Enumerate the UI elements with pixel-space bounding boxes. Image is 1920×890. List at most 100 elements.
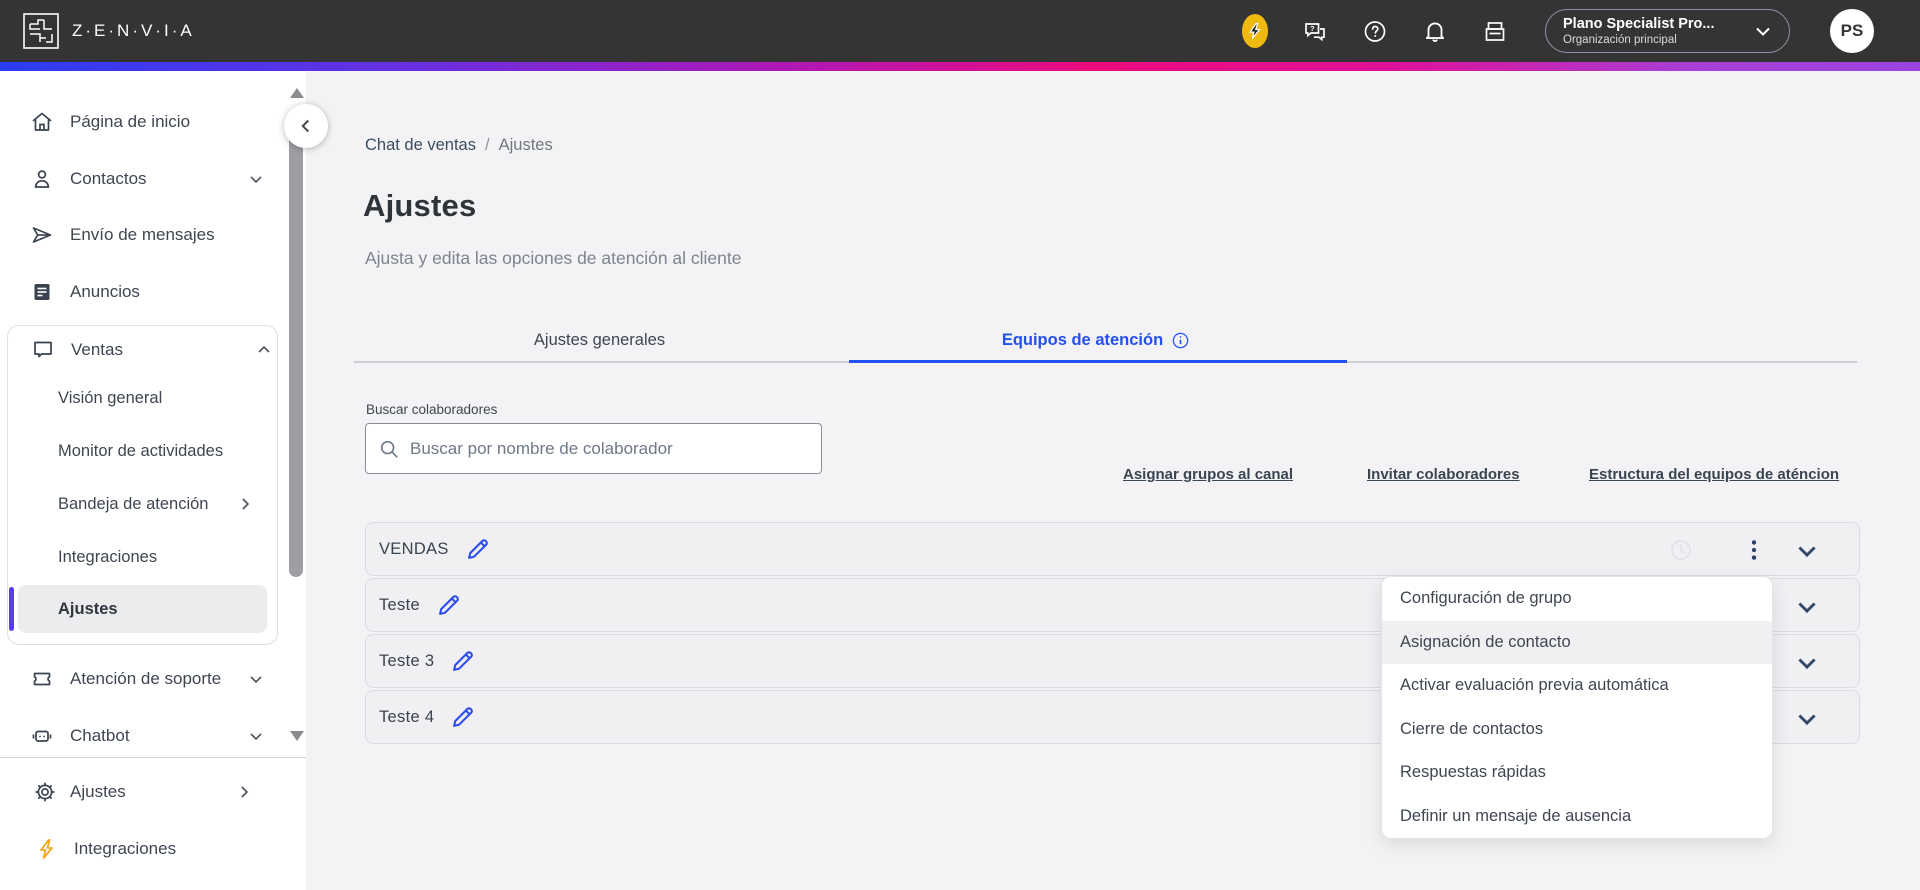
boost-button[interactable]: [1242, 14, 1268, 48]
app-window: Z·E·N·V·I·A ? Plano Specialist Pro... Or…: [0, 0, 1920, 890]
contacts-icon: [34, 170, 50, 188]
edit-pencil-icon[interactable]: [436, 592, 462, 618]
page-title: Ajustes: [363, 188, 477, 223]
home-icon: [32, 112, 52, 131]
sidebar-item-integraciones-global[interactable]: Integraciones: [0, 827, 280, 871]
more-options-icon[interactable]: [1741, 537, 1767, 563]
expand-chevron-icon[interactable]: [1793, 593, 1821, 619]
sidebar-item-monitor-de-actividades[interactable]: Monitor de actividades: [8, 429, 277, 473]
team-structure-link[interactable]: Estructura del equipos de aténcion: [1589, 466, 1839, 483]
sidebar-item-pagina-de-inicio[interactable]: Página de inicio: [0, 100, 280, 144]
edit-pencil-icon[interactable]: [465, 536, 491, 562]
zenvia-logo[interactable]: Z·E·N·V·I·A: [22, 12, 195, 50]
menu-item-configuracion-de-grupo[interactable]: Configuración de grupo: [1382, 577, 1772, 621]
team-row-vendas[interactable]: VENDAS: [365, 522, 1860, 576]
menu-item-respuestas-rapidas[interactable]: Respuestas rápidas: [1382, 751, 1772, 795]
search-field: [365, 423, 822, 474]
help-icon[interactable]: [1362, 18, 1388, 44]
top-bar: Z·E·N·V·I·A ? Plano Specialist Pro... Or…: [0, 0, 1920, 62]
chatbot-icon: [32, 730, 52, 742]
menu-item-mensaje-de-ausencia[interactable]: Definir un mensaje de ausencia: [1382, 795, 1772, 839]
support-chat-icon[interactable]: ?: [1302, 18, 1328, 44]
sidebar-item-ajustes-global[interactable]: Ajustes: [0, 770, 280, 814]
sidebar-item-label: Contactos: [70, 169, 147, 188]
sidebar-item-anuncios[interactable]: Anuncios: [0, 270, 280, 314]
expand-chevron-icon[interactable]: [1793, 705, 1821, 731]
menu-item-cierre-de-contactos[interactable]: Cierre de contactos: [1382, 708, 1772, 752]
menu-item-label: Activar evaluación previa automática: [1400, 676, 1669, 695]
chevron-down-icon: [246, 726, 266, 746]
sidebar-item-envio-de-mensajes[interactable]: Envío de mensajes: [0, 213, 280, 257]
printer-icon[interactable]: [1482, 18, 1508, 44]
plan-organization: Organización principal: [1563, 33, 1677, 46]
svg-text:?: ?: [1310, 24, 1315, 33]
menu-item-label: Configuración de grupo: [1400, 589, 1572, 608]
menu-item-activar-evaluacion-previa[interactable]: Activar evaluación previa automática: [1382, 664, 1772, 708]
sidebar-item-bandeja-de-atencion[interactable]: Bandeja de atención: [8, 482, 277, 526]
edit-pencil-icon[interactable]: [450, 704, 476, 730]
brand-gradient-bar: [0, 62, 1920, 71]
scrollbar-down-arrow[interactable]: [290, 731, 304, 741]
sidebar-item-label: Integraciones: [74, 839, 177, 858]
sidebar-item-label: Ventas: [71, 340, 123, 359]
breadcrumb-current: Ajustes: [498, 136, 553, 154]
chevron-down-icon: [246, 169, 266, 189]
sidebar-item-ventas[interactable]: Ventas: [8, 328, 288, 372]
menu-item-asignacion-de-contacto[interactable]: Asignación de contacto: [1382, 620, 1772, 664]
expand-chevron-icon[interactable]: [1793, 649, 1821, 675]
invite-collaborators-link[interactable]: Invitar colaboradores: [1367, 466, 1520, 483]
sidebar-scrollbar-thumb[interactable]: [289, 108, 303, 577]
sidebar-divider: [0, 757, 306, 758]
active-tab-underline: [849, 360, 1347, 363]
avatar-initials: PS: [1840, 21, 1864, 40]
menu-item-label: Definir un mensaje de ausencia: [1400, 806, 1632, 825]
gear-icon: [35, 782, 55, 802]
ventas-group: Ventas Visión general Monitor de activid…: [7, 325, 278, 645]
lightning-icon: [40, 839, 53, 859]
announcements-icon: [34, 284, 50, 300]
sidebar-item-label: Ajustes: [58, 599, 118, 618]
team-name: Teste 4: [379, 707, 435, 726]
user-avatar[interactable]: PS: [1830, 9, 1874, 53]
plan-selector[interactable]: Plano Specialist Pro... Organización pri…: [1545, 9, 1790, 53]
sidebar-collapse-button[interactable]: [284, 104, 328, 148]
sidebar-item-contactos[interactable]: Contactos: [0, 157, 280, 201]
sidebar-item-label: Envío de mensajes: [70, 225, 215, 244]
breadcrumb-separator: /: [485, 136, 490, 154]
notifications-bell-icon[interactable]: [1422, 18, 1448, 44]
sidebar-item-label: Ajustes: [70, 782, 126, 801]
info-icon[interactable]: [1171, 331, 1190, 350]
edit-pencil-icon[interactable]: [450, 648, 476, 674]
sidebar-item-vision-general[interactable]: Visión general: [8, 376, 277, 420]
chevron-right-icon: [234, 782, 254, 802]
breadcrumb-parent[interactable]: Chat de ventas: [365, 136, 476, 155]
breadcrumb: Chat de ventas / Ajustes: [365, 136, 553, 155]
sidebar-item-chatbot[interactable]: Chatbot: [0, 714, 280, 758]
tab-label: Ajustes generales: [533, 331, 666, 349]
plan-selector-texts: Plano Specialist Pro... Organización pri…: [1563, 15, 1751, 48]
assign-groups-link[interactable]: Asignar grupos al canal: [1123, 466, 1293, 483]
tab-label: Equipos de atención: [1001, 331, 1164, 349]
tab-equipos-de-atencion[interactable]: Equipos de atención: [845, 320, 1347, 361]
sidebar-item-label: Bandeja de atención: [58, 494, 209, 513]
chevron-left-icon: [301, 119, 310, 133]
sidebar-item-ajustes-ventas-selected[interactable]: Ajustes: [8, 587, 277, 631]
sidebar-item-label: Atención de soporte: [70, 669, 222, 688]
sidebar-item-label: Visión general: [58, 388, 163, 407]
tab-ajustes-generales[interactable]: Ajustes generales: [354, 320, 845, 361]
sidebar-item-label: Monitor de actividades: [58, 441, 224, 460]
expand-chevron-icon[interactable]: [1793, 537, 1821, 563]
page-subtitle: Ajusta y edita las opciones de atención …: [365, 248, 742, 268]
menu-item-label: Cierre de contactos: [1400, 719, 1544, 738]
search-input[interactable]: [410, 438, 809, 459]
chevron-right-icon: [235, 494, 255, 514]
send-icon: [32, 227, 52, 243]
sidebar-item-integraciones-ventas[interactable]: Integraciones: [8, 535, 277, 579]
lightning-icon: [1242, 14, 1268, 48]
sidebar-item-atencion-de-soporte[interactable]: Atención de soporte: [0, 657, 280, 701]
zenvia-logo-text: Z·E·N·V·I·A: [72, 21, 195, 40]
menu-item-label: Asignación de contacto: [1400, 632, 1571, 651]
chevron-up-icon: [254, 340, 274, 360]
team-name: VENDAS: [379, 539, 449, 558]
scrollbar-up-arrow[interactable]: [290, 88, 304, 98]
